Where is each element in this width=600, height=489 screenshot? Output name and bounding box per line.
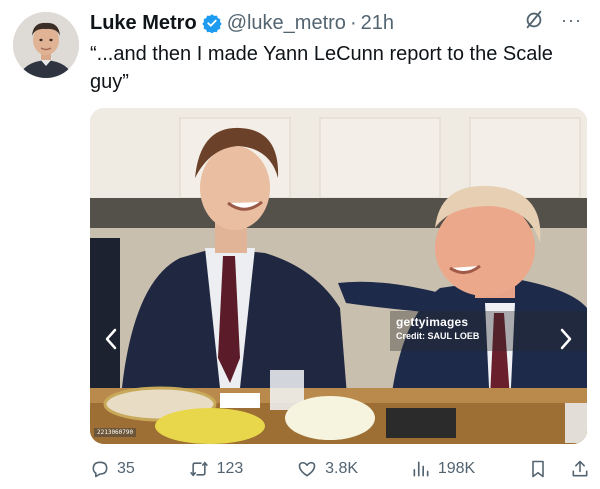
reply-button[interactable]: 35 xyxy=(90,459,135,479)
reply-count: 35 xyxy=(117,460,135,477)
repost-icon xyxy=(189,461,208,477)
media-photo xyxy=(90,108,587,444)
repost-button[interactable]: 123 xyxy=(188,459,244,479)
author-name[interactable]: Luke Metro xyxy=(90,12,197,35)
grok-icon[interactable] xyxy=(523,9,545,37)
author-handle[interactable]: @luke_metro xyxy=(227,12,346,35)
timestamp[interactable]: 21h xyxy=(361,12,394,35)
like-button[interactable]: 3.8K xyxy=(296,459,358,479)
tweet-media[interactable]: gettyimages Credit: SAUL LOEB 2213060790 xyxy=(90,108,587,444)
views-icon xyxy=(413,461,429,477)
verified-badge-icon xyxy=(202,13,222,33)
like-icon xyxy=(298,461,316,477)
avatar[interactable] xyxy=(13,12,79,78)
views-button[interactable]: 198K xyxy=(411,459,475,479)
bookmark-icon[interactable] xyxy=(528,458,548,480)
chevron-left-icon xyxy=(105,328,117,350)
avatar-photo xyxy=(13,12,79,78)
share-icon[interactable] xyxy=(570,458,590,480)
like-count: 3.8K xyxy=(325,460,359,477)
repost-count: 123 xyxy=(216,460,244,477)
media-prev-button[interactable] xyxy=(98,326,124,352)
reply-icon xyxy=(92,461,108,478)
separator-dot: · xyxy=(349,11,357,34)
photo-id: 2213060790 xyxy=(94,428,137,437)
action-bar: 35 123 3.8K 198K xyxy=(90,455,590,483)
chevron-right-icon xyxy=(560,328,572,350)
media-next-button[interactable] xyxy=(553,326,579,352)
more-icon[interactable]: ··· xyxy=(561,11,582,29)
view-count: 198K xyxy=(437,460,476,477)
tweet-text: “...and then I made Yann LeCunn report t… xyxy=(90,43,553,93)
tweet-header: Luke Metro @luke_metro · 21h ··· xyxy=(90,10,582,36)
